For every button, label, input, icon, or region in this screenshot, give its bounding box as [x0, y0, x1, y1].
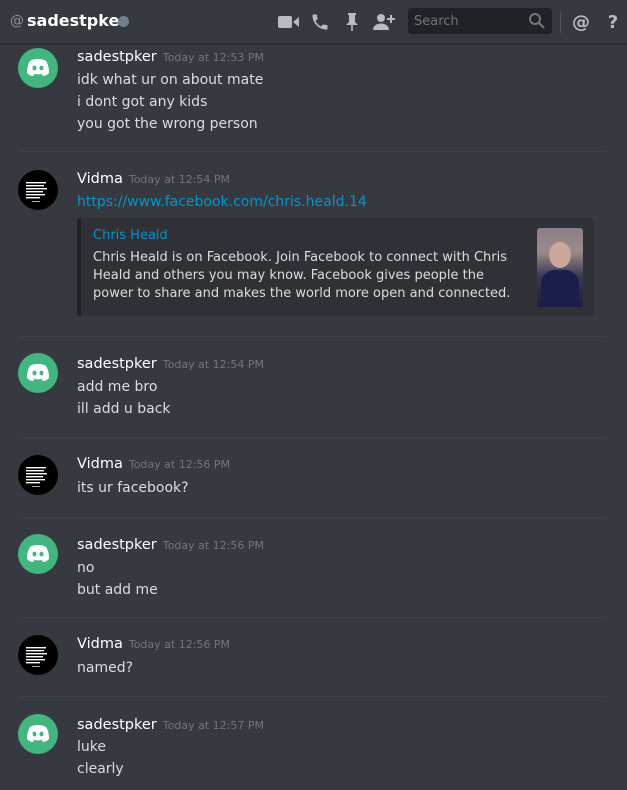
- message-text: idk what ur on about mate: [77, 72, 264, 88]
- message-author[interactable]: sadestpker Today at 12:54 PM: [77, 356, 264, 372]
- message-divider: [20, 617, 607, 618]
- message-author[interactable]: Vidma Today at 12:56 PM: [77, 636, 230, 652]
- author-name[interactable]: sadestpker: [77, 537, 157, 553]
- author-name[interactable]: sadestpker: [77, 356, 157, 372]
- message-text: clearly: [77, 761, 124, 777]
- message-timestamp: Today at 12:56 PM: [162, 539, 264, 552]
- author-name[interactable]: Vidma: [77, 636, 123, 652]
- message-divider: [20, 336, 607, 337]
- embed-description: Chris Heald is on Facebook. Join Faceboo…: [93, 250, 511, 301]
- mentions-icon[interactable]: @: [569, 10, 593, 34]
- author-name[interactable]: sadestpker: [77, 717, 157, 733]
- discord-avatar[interactable]: [18, 714, 58, 754]
- message-text: add me bro: [77, 379, 158, 395]
- message-text: no: [77, 560, 95, 576]
- message-text: named?: [77, 660, 134, 676]
- link-embed: Chris Heald Chris Heald is on Facebook. …: [77, 218, 594, 316]
- vidma-avatar[interactable]: [18, 455, 58, 495]
- vidma-avatar[interactable]: [18, 635, 58, 675]
- search-icon[interactable]: [528, 12, 546, 34]
- video-call-icon[interactable]: [277, 10, 301, 34]
- message-text: ill add u back: [77, 401, 171, 417]
- message-timestamp: Today at 12:56 PM: [128, 638, 231, 651]
- message-link-line: https://www.facebook.com/chris.heald.14: [77, 194, 367, 210]
- message-author[interactable]: sadestpker Today at 12:57 PM: [77, 717, 264, 733]
- status-indicator: [118, 16, 129, 27]
- message-text: you got the wrong person: [77, 116, 258, 132]
- thumbnail-face: [549, 242, 571, 268]
- message-text: luke: [77, 739, 106, 755]
- thumbnail-body: [541, 270, 579, 307]
- message-divider: [20, 437, 607, 438]
- message-author[interactable]: sadestpker Today at 12:56 PM: [77, 537, 264, 553]
- search-input[interactable]: [408, 8, 526, 34]
- search-box[interactable]: [408, 8, 552, 34]
- message-timestamp: Today at 12:54 PM: [162, 358, 264, 371]
- message-divider: [20, 151, 607, 152]
- message-author[interactable]: Vidma Today at 12:54 PM: [77, 171, 230, 187]
- message-divider: [20, 517, 607, 518]
- facebook-link[interactable]: https://www.facebook.com/chris.heald.14: [77, 194, 367, 210]
- vidma-avatar[interactable]: [18, 170, 58, 210]
- message-text: i dont got any kids: [77, 94, 208, 110]
- dm-at-icon: @: [10, 13, 24, 29]
- embed-thumbnail[interactable]: [537, 228, 583, 307]
- message-divider: [20, 696, 607, 697]
- channel-name: sadestpker: [27, 11, 128, 30]
- header-divider: [560, 11, 561, 33]
- message-timestamp: Today at 12:57 PM: [162, 719, 264, 732]
- channel-header: @ sadestpker @ ?: [0, 0, 627, 44]
- message-list[interactable]: sadestpker Today at 12:53 PM idk what ur …: [0, 45, 627, 790]
- message-text: its ur facebook?: [77, 480, 189, 496]
- author-name[interactable]: Vidma: [77, 171, 123, 187]
- help-icon[interactable]: ?: [601, 10, 625, 34]
- author-name[interactable]: Vidma: [77, 456, 123, 472]
- voice-call-icon[interactable]: [308, 10, 332, 34]
- discord-avatar[interactable]: [18, 353, 58, 393]
- add-friend-icon[interactable]: [372, 10, 396, 34]
- discord-avatar[interactable]: [18, 48, 58, 88]
- message-text: but add me: [77, 582, 158, 598]
- message-author[interactable]: Vidma Today at 12:56 PM: [77, 456, 230, 472]
- message-author[interactable]: sadestpker Today at 12:53 PM: [77, 49, 264, 65]
- discord-avatar[interactable]: [18, 534, 58, 574]
- message-timestamp: Today at 12:54 PM: [128, 173, 231, 186]
- message-timestamp: Today at 12:56 PM: [128, 458, 231, 471]
- author-name[interactable]: sadestpker: [77, 49, 157, 65]
- pin-icon[interactable]: [340, 10, 364, 34]
- embed-title[interactable]: Chris Heald: [93, 228, 168, 243]
- message-timestamp: Today at 12:53 PM: [162, 51, 264, 64]
